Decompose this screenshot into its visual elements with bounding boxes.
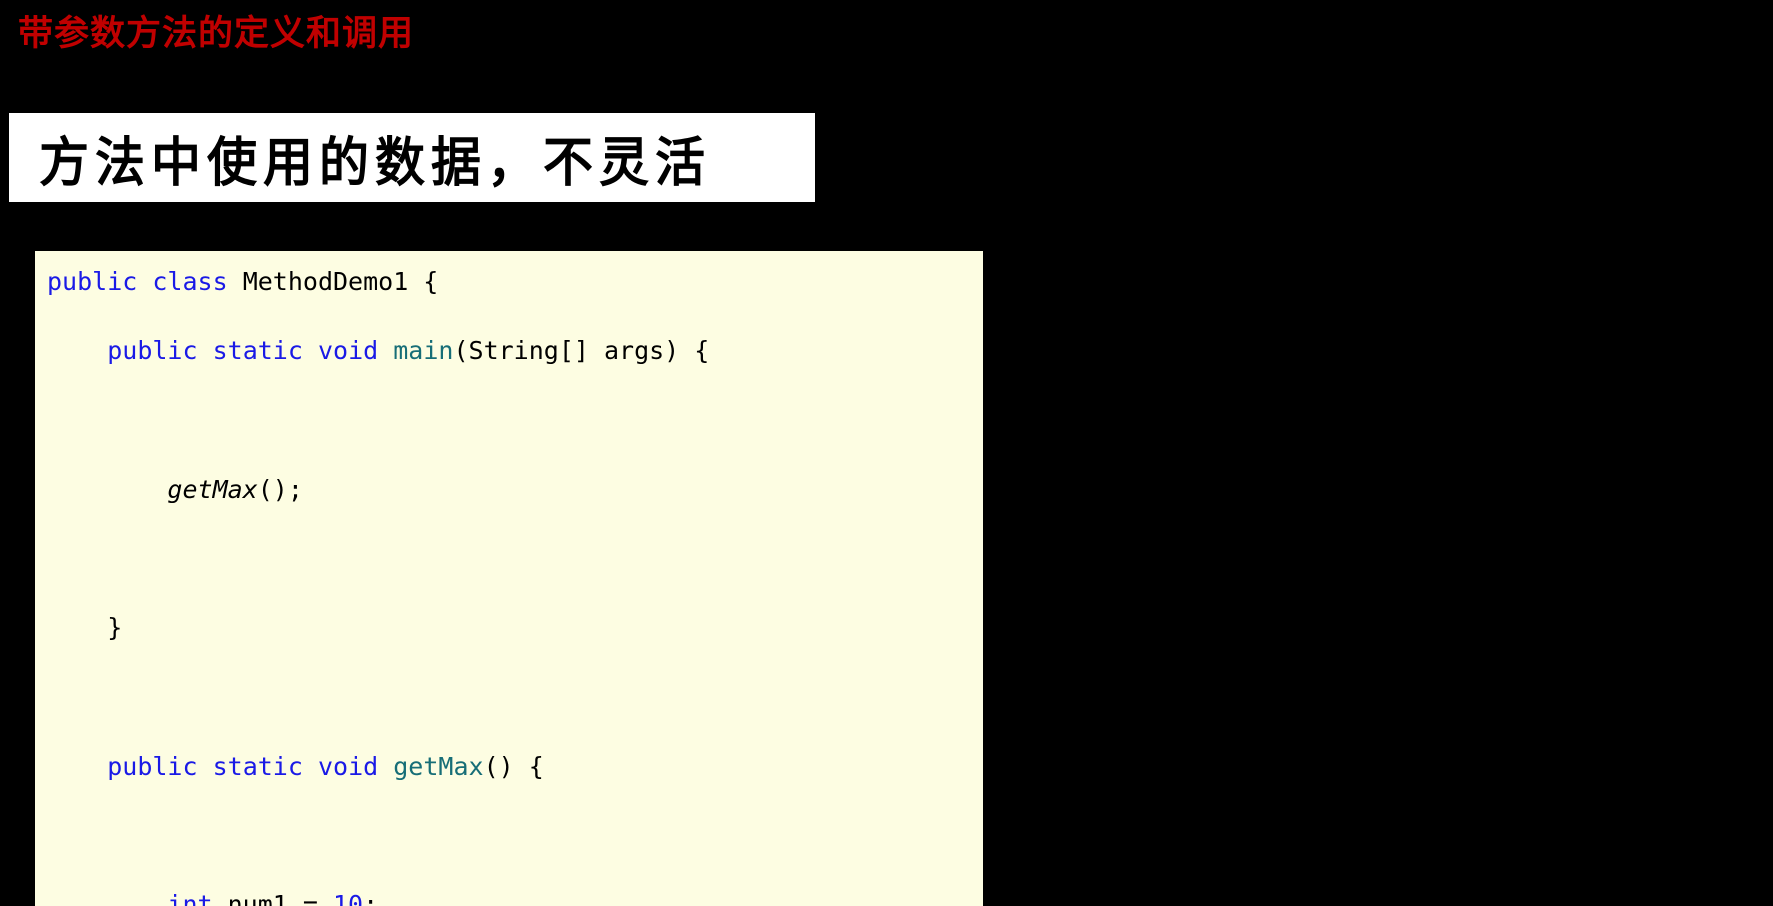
code-token: () { — [483, 751, 544, 781]
code-token: public — [107, 336, 198, 366]
page-title: 带参数方法的定义和调用 — [18, 13, 415, 54]
code-token: public — [107, 751, 198, 781]
code-line: getMax(); — [47, 473, 983, 508]
code-line — [47, 681, 983, 716]
code-token: num1 = — [212, 890, 333, 906]
code-token: void — [317, 751, 379, 781]
code-line — [47, 404, 983, 439]
code-line — [47, 819, 983, 854]
code-token: class — [152, 267, 228, 296]
code-line: public static void main(String[] args) { — [47, 334, 983, 369]
code-line: int num1 = 10; — [47, 888, 983, 906]
code-token: (); — [257, 474, 303, 504]
code-line: public static void getMax() { — [47, 750, 983, 785]
code-token: int — [167, 890, 213, 906]
code-block: public class MethodDemo1 { public static… — [47, 265, 983, 906]
code-line — [47, 542, 983, 577]
code-token: getMax — [167, 474, 258, 504]
callout-banner: 方法中使用的数据，不灵活 — [9, 113, 815, 202]
code-panel: public class MethodDemo1 { public static… — [35, 251, 983, 906]
code-token: void — [317, 336, 379, 366]
code-line: } — [47, 611, 983, 646]
callout-banner-text: 方法中使用的数据，不灵活 — [39, 131, 711, 193]
code-token: getMax — [393, 751, 484, 781]
code-token: MethodDemo1 { — [227, 267, 439, 296]
code-token: (String[] args) { — [453, 336, 710, 366]
code-token: static — [212, 336, 303, 366]
code-token: public — [47, 267, 138, 296]
code-token: static — [212, 751, 303, 781]
code-token: } — [47, 613, 123, 643]
code-token: main — [393, 336, 454, 366]
code-token: ; — [363, 890, 379, 906]
code-token: 10 — [333, 890, 364, 906]
code-line: public class MethodDemo1 { — [47, 265, 983, 300]
